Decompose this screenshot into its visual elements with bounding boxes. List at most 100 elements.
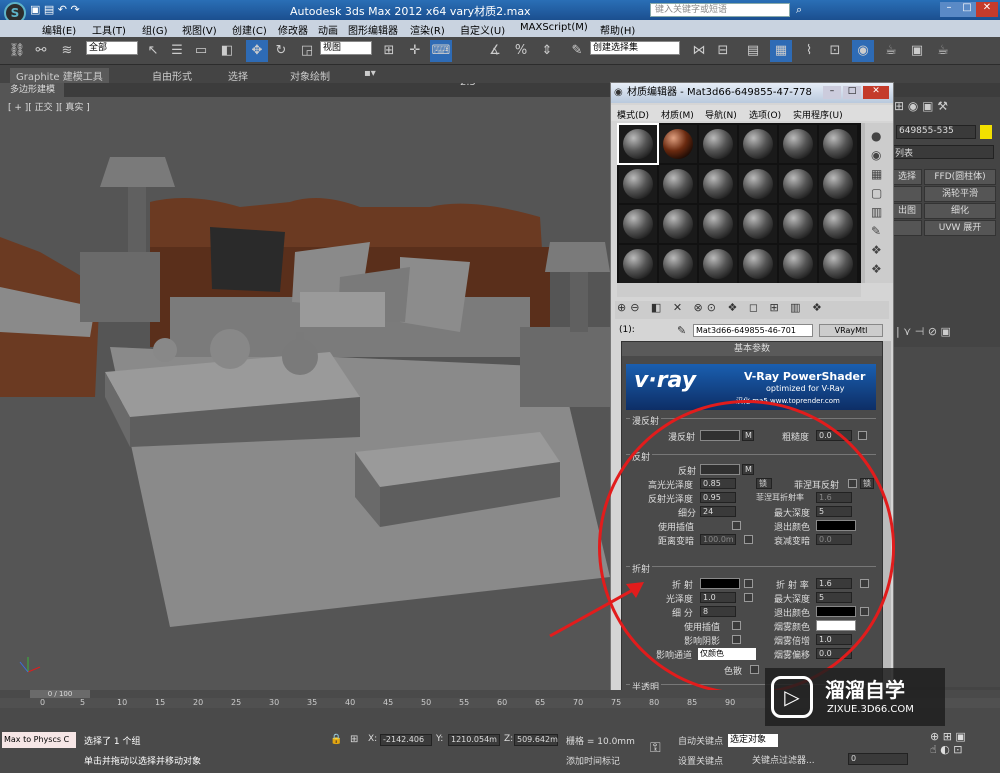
binoculars-icon[interactable]: ⌕ [796, 3, 802, 17]
absolute-mode-icon[interactable]: ⊞ [350, 734, 358, 745]
material-sample-slot[interactable] [699, 245, 737, 283]
object-color-swatch[interactable] [980, 125, 992, 139]
material-type-button[interactable]: VRayMtl [819, 324, 883, 337]
x-coord-field[interactable]: -2142.406 [380, 734, 432, 746]
reference-coord-dropdown[interactable]: 视图 [320, 41, 372, 55]
rect-selection-icon[interactable]: ▭ [190, 40, 212, 62]
side-tool-icons[interactable]: ● ◉ ▦ ▢ ▥ ✎ ❖ ❖ [871, 127, 882, 279]
med-close-button[interactable]: ✕ [863, 86, 889, 99]
key-filters-button[interactable]: 关键点过滤器... [752, 753, 815, 766]
select-object-icon[interactable]: ↖ [142, 40, 164, 62]
material-sample-slot[interactable] [699, 205, 737, 243]
material-sample-slot[interactable] [617, 123, 659, 165]
object-name-field[interactable]: 649855-535 [896, 125, 976, 139]
key-icon[interactable]: ⚿ [650, 740, 661, 756]
tab-selection[interactable]: 选择 [228, 68, 248, 83]
material-sample-slot[interactable] [619, 245, 657, 283]
select-manipulate-icon[interactable]: ✛ [404, 40, 426, 62]
roughness-map-button[interactable] [858, 431, 867, 440]
edit-named-sel-icon[interactable]: ✎ [566, 40, 588, 62]
material-name-field[interactable]: Mat3d66-649855-46-701 [693, 324, 813, 337]
percent-snap-icon[interactable]: % [510, 40, 532, 62]
tab-graphite[interactable]: Graphite 建模工具 [10, 68, 109, 83]
tab-object-paint[interactable]: 对象绘制 [290, 68, 330, 83]
material-sample-slot[interactable] [779, 125, 817, 163]
polygon-modeling-label[interactable]: 多边形建模 [0, 83, 64, 97]
modifier-button-blank[interactable] [892, 186, 922, 202]
med-menu-material[interactable]: 材质(M) [661, 108, 694, 121]
ribbon-options-icon[interactable]: ▪▾ [364, 68, 376, 79]
bind-spacewarp-icon[interactable]: ≋ [56, 40, 78, 62]
scale-icon[interactable]: ◲ [296, 40, 318, 62]
menu-create[interactable]: 创建(C) [232, 22, 267, 37]
med-tool-icons[interactable]: ⊕⊖ ◧ ✕ ⊗⊙ ❖ ◻ ⊞ ▥ ❖ [617, 301, 826, 314]
named-selection-dropdown[interactable]: 创建选择集 [590, 41, 680, 55]
menu-maxscript[interactable]: MAXScript(M) [520, 22, 588, 33]
material-sample-slot[interactable] [699, 125, 737, 163]
layer-manager-icon[interactable]: ▤ [742, 40, 764, 62]
close-button[interactable]: ✕ [976, 2, 998, 17]
modifier-list-dropdown[interactable]: 列表 [892, 145, 994, 159]
maxscript-listener[interactable]: Max to Physcs C [2, 732, 76, 748]
material-sample-slot[interactable] [819, 245, 857, 283]
menu-modifiers[interactable]: 修改器 [278, 22, 308, 37]
viewport-label[interactable]: [ + ][ 正交 ][ 真实 ] [8, 100, 90, 113]
quick-access-toolbar[interactable]: ▣ ▤ ↶ ↷ [30, 3, 80, 16]
window-crossing-icon[interactable]: ◧ [216, 40, 238, 62]
material-sample-slot[interactable] [779, 245, 817, 283]
material-sample-slot[interactable] [619, 205, 657, 243]
set-key-button[interactable]: 设置关键点 [678, 754, 723, 767]
key-mode-dropdown[interactable]: 选定对象 [728, 734, 778, 747]
viewport-nav-icons[interactable]: ⊕ ⊞ ▣ ☝ ◐ ⊡ [930, 730, 966, 756]
menu-group[interactable]: 组(G) [142, 22, 168, 37]
current-frame-field[interactable]: 0 [848, 753, 908, 765]
spinner-snap-icon[interactable]: ⇕ [536, 40, 558, 62]
menu-views[interactable]: 视图(V) [182, 22, 217, 37]
menu-rendering[interactable]: 渲染(R) [410, 22, 445, 37]
lock-selection-icon[interactable]: 🔒 [330, 734, 342, 745]
schematic-view-icon[interactable]: ⊡ [824, 40, 846, 62]
material-sample-slot[interactable] [779, 165, 817, 203]
menu-animation[interactable]: 动画 [318, 22, 338, 37]
med-menu-utilities[interactable]: 实用程序(U) [793, 108, 843, 121]
material-sample-slot[interactable] [739, 165, 777, 203]
mirror-icon[interactable]: ⋈ [688, 40, 710, 62]
perspective-viewport[interactable]: [ + ][ 正交 ][ 真实 ] [0, 97, 610, 690]
curve-editor-icon[interactable]: ⌇ [798, 40, 820, 62]
modifier-button-surface[interactable] [892, 220, 922, 236]
modifier-button-uvw[interactable]: UVW 展开 [924, 220, 996, 236]
panel-tabs-icons[interactable]: ⊞ ◉ ▣ ⚒ [894, 99, 998, 119]
angle-snap-icon[interactable]: ∡ [484, 40, 506, 62]
material-sample-slot[interactable] [739, 245, 777, 283]
auto-key-button[interactable]: 自动关键点 [678, 734, 723, 747]
align-icon[interactable]: ⊟ [712, 40, 734, 62]
selection-filter-dropdown[interactable]: 全部 [86, 41, 138, 55]
med-maximize-button[interactable]: □ [843, 86, 861, 99]
rotate-icon[interactable]: ↻ [270, 40, 292, 62]
material-sample-slot[interactable] [619, 165, 657, 203]
add-time-tag[interactable]: 添加时间标记 [566, 754, 620, 767]
material-sample-slot[interactable] [659, 205, 697, 243]
render-production-icon[interactable]: ☕ [932, 40, 954, 62]
tab-freeform[interactable]: 自由形式 [152, 68, 192, 83]
med-menu-navigation[interactable]: 导航(N) [705, 108, 737, 121]
material-sample-slot[interactable] [659, 245, 697, 283]
move-icon[interactable]: ✥ [246, 40, 268, 62]
select-by-name-icon[interactable]: ☰ [166, 40, 188, 62]
material-editor-icon[interactable]: ◉ [852, 40, 874, 62]
z-coord-field[interactable]: 509.642m [514, 734, 558, 746]
modifier-button-select[interactable]: 选择 [892, 169, 922, 185]
time-slider-thumb[interactable]: 0 / 100 [30, 690, 90, 698]
eyedropper-icon[interactable]: ✎ [677, 324, 686, 337]
graphite-toggle-icon[interactable]: ▦ [770, 40, 792, 62]
menu-edit[interactable]: 编辑(E) [42, 22, 76, 37]
modifier-stack-tools[interactable]: | ⋎ ⊣ ⊘ ▣ [896, 325, 996, 341]
slots-hscrollbar[interactable] [617, 283, 861, 297]
pivot-center-icon[interactable]: ⊞ [378, 40, 400, 62]
material-sample-slot[interactable] [659, 165, 697, 203]
keyboard-shortcut-icon[interactable]: ⌨ [430, 40, 452, 62]
material-sample-slot[interactable] [819, 125, 857, 163]
med-menu-modes[interactable]: 模式(D) [617, 108, 649, 121]
modifier-button-ffd[interactable]: FFD(圆柱体) [924, 169, 996, 185]
material-sample-slot[interactable] [779, 205, 817, 243]
